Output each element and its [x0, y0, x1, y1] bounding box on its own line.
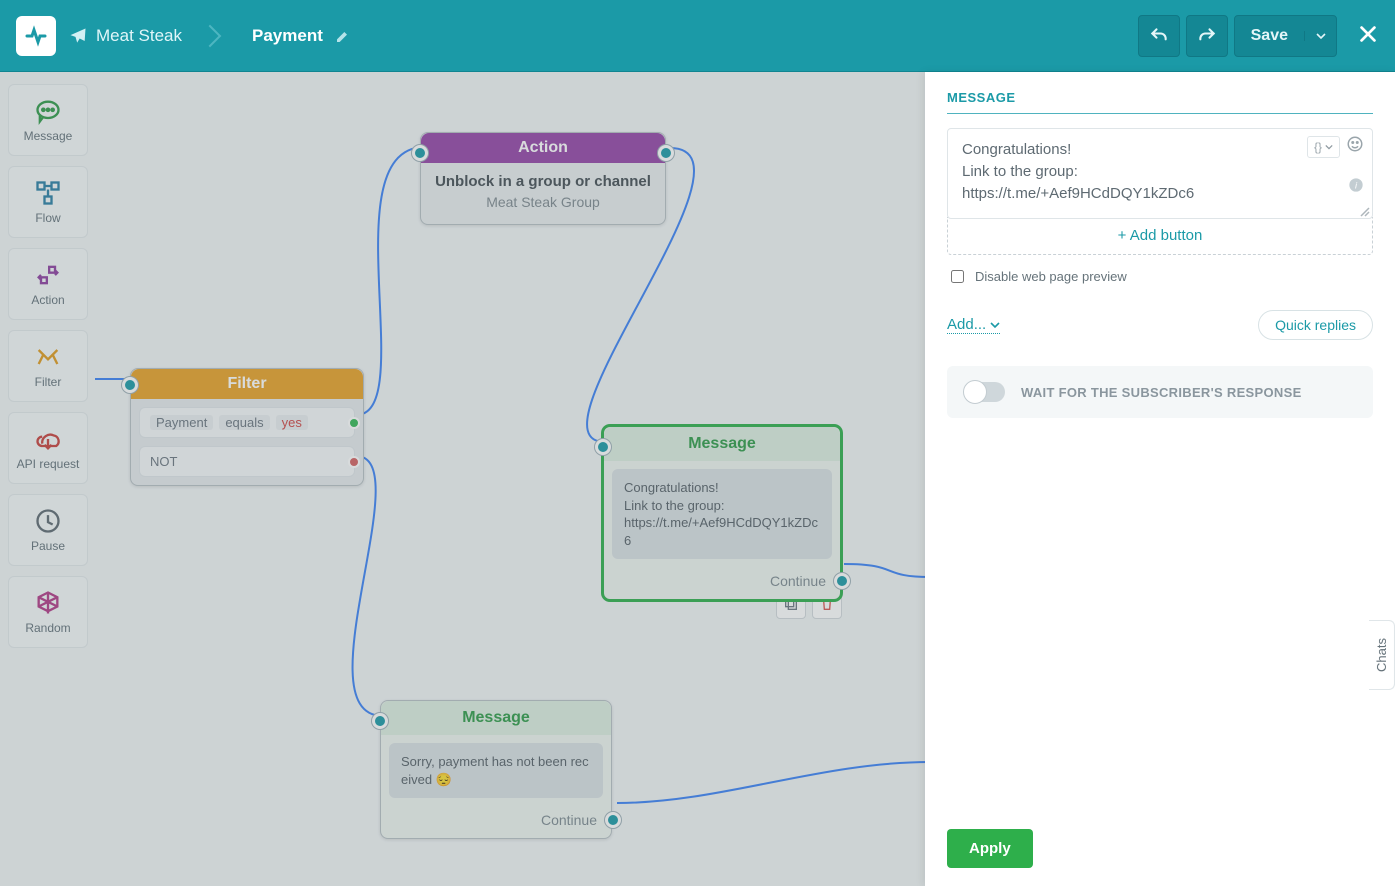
filter-not-row[interactable]: NOT: [139, 446, 355, 477]
edit-icon[interactable]: [335, 28, 351, 44]
chats-side-tab[interactable]: Chats: [1369, 620, 1395, 690]
wait-response-toggle[interactable]: [965, 382, 1005, 402]
quick-replies-button[interactable]: Quick replies: [1258, 310, 1373, 340]
random-icon: [34, 589, 62, 617]
port-out-continue[interactable]: [605, 812, 621, 828]
wait-response-label: WAIT FOR THE SUBSCRIBER'S RESPONSE: [1021, 385, 1302, 400]
redo-button[interactable]: [1186, 15, 1228, 57]
sidebar-item-label: Random: [25, 621, 70, 635]
node-message-2[interactable]: Message Sorry, payment has not been rece…: [380, 700, 612, 839]
node-header: Action: [421, 133, 665, 163]
filter-op: equals: [219, 415, 269, 430]
save-label: Save: [1235, 27, 1304, 45]
message-content: Congratulations! Link to the group: http…: [612, 469, 832, 559]
node-header: Message: [604, 427, 840, 461]
sidebar-item-random[interactable]: Random: [8, 576, 88, 648]
message-icon: [34, 97, 62, 125]
save-dropdown[interactable]: [1304, 31, 1336, 41]
port-out[interactable]: [658, 145, 674, 161]
sidebar-item-pause[interactable]: Pause: [8, 494, 88, 566]
panel-title: MESSAGE: [947, 90, 1373, 114]
topbar: Meat Steak Payment Save: [0, 0, 1395, 72]
breadcrumb-page: Payment: [252, 26, 351, 46]
flow-icon: [34, 179, 62, 207]
add-button-button[interactable]: + Add button: [947, 217, 1373, 255]
node-filter[interactable]: Filter Payment equals yes NOT: [130, 368, 364, 486]
port-out-true[interactable]: [348, 417, 360, 429]
info-icon[interactable]: i: [1348, 177, 1364, 198]
filter-field: Payment: [150, 415, 213, 430]
breadcrumb-chevron-icon: [202, 0, 220, 72]
continue-label: Continue: [770, 573, 826, 589]
emoji-button[interactable]: [1346, 135, 1364, 158]
sidebar-item-action[interactable]: Action: [8, 248, 88, 320]
filter-value: yes: [276, 415, 308, 430]
port-in[interactable]: [372, 713, 388, 729]
node-message-1[interactable]: Message Congratulations! Link to the gro…: [602, 425, 842, 601]
action-subtitle: Meat Steak Group: [433, 194, 653, 210]
sidebar: Message Flow Action Filter API request P…: [0, 72, 96, 886]
action-icon: [34, 261, 62, 289]
close-button[interactable]: [1357, 20, 1379, 52]
node-header: Message: [381, 701, 611, 735]
node-header: Filter: [131, 369, 363, 399]
pause-icon: [34, 507, 62, 535]
variables-button[interactable]: {}: [1307, 136, 1340, 158]
action-title: Unblock in a group or channel: [433, 173, 653, 190]
apply-button[interactable]: Apply: [947, 829, 1033, 868]
toolbar: Save: [1138, 15, 1379, 57]
sidebar-item-label: Flow: [35, 211, 60, 225]
sidebar-item-label: Filter: [35, 375, 62, 389]
undo-button[interactable]: [1138, 15, 1180, 57]
port-in[interactable]: [595, 439, 611, 455]
message-textbox[interactable]: {} Congratulations! Link to the group: h…: [947, 128, 1373, 219]
sidebar-item-message[interactable]: Message: [8, 84, 88, 156]
sidebar-item-flow[interactable]: Flow: [8, 166, 88, 238]
filter-condition-row[interactable]: Payment equals yes: [139, 407, 355, 438]
chevron-down-icon: [990, 320, 1000, 330]
save-button[interactable]: Save: [1234, 15, 1337, 57]
port-in[interactable]: [122, 377, 138, 393]
telegram-icon: [68, 26, 88, 46]
sidebar-item-api[interactable]: API request: [8, 412, 88, 484]
add-menu[interactable]: Add...: [947, 316, 1000, 334]
message-editor-panel: MESSAGE {} Congratulations! Link to the …: [925, 72, 1395, 886]
sidebar-item-label: Action: [31, 293, 64, 307]
filter-icon: [34, 343, 62, 371]
disable-preview-checkbox[interactable]: Disable web page preview: [947, 267, 1373, 286]
port-in[interactable]: [412, 145, 428, 161]
app-logo[interactable]: [16, 16, 56, 56]
sidebar-item-label: API request: [17, 457, 80, 471]
resize-handle-icon[interactable]: [1358, 204, 1370, 216]
disable-preview-input[interactable]: [951, 270, 964, 283]
filter-not-label: NOT: [150, 454, 177, 469]
project-name[interactable]: Meat Steak: [96, 26, 182, 46]
message-content: Sorry, payment has not been received 😔: [389, 743, 603, 798]
message-text[interactable]: Congratulations! Link to the group: http…: [962, 139, 1358, 204]
api-icon: [34, 425, 62, 453]
disable-preview-label: Disable web page preview: [975, 269, 1127, 284]
breadcrumb: Meat Steak: [68, 26, 182, 46]
sidebar-item-filter[interactable]: Filter: [8, 330, 88, 402]
continue-label: Continue: [541, 812, 597, 828]
page-title: Payment: [252, 26, 323, 46]
sidebar-item-label: Message: [24, 129, 73, 143]
sidebar-item-label: Pause: [31, 539, 65, 553]
port-out-false[interactable]: [348, 456, 360, 468]
node-action[interactable]: Action Unblock in a group or channel Mea…: [420, 132, 666, 225]
add-label: Add...: [947, 316, 986, 333]
wait-response-card: WAIT FOR THE SUBSCRIBER'S RESPONSE: [947, 366, 1373, 418]
